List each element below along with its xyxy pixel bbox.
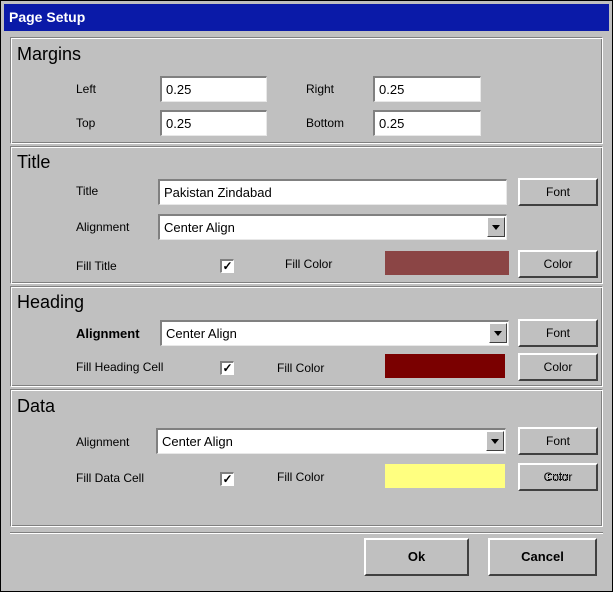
fill-title-checkbox[interactable]: ✓ [220, 259, 234, 273]
title-color-button[interactable]: Color [518, 250, 598, 278]
fill-heading-checkbox[interactable]: ✓ [220, 361, 234, 375]
heading-font-button[interactable]: Font [518, 319, 598, 347]
title-color-button-label: Color [543, 257, 573, 271]
title-heading: Title [17, 152, 51, 172]
right-label: Right [306, 82, 335, 96]
bottom-label: Bottom [306, 116, 345, 130]
top-label: Top [76, 116, 96, 130]
cancel-button[interactable]: Cancel [488, 538, 597, 576]
window-title: Page Setup [4, 4, 609, 31]
chevron-down-icon[interactable] [489, 323, 507, 343]
data-font-button-label: Font [545, 434, 570, 448]
title-section: Title Title Pakistan Zindabad Font Align… [10, 146, 603, 284]
title-label: Title [76, 184, 99, 198]
title-alignment-select[interactable]: Center Align [158, 214, 507, 240]
ok-button-label: Ok [407, 549, 426, 564]
fill-title-label: Fill Title [76, 259, 117, 273]
data-fill-color-label: Fill Color [277, 470, 325, 484]
ok-button[interactable]: Ok [364, 538, 469, 576]
right-margin-input[interactable]: 0.25 [373, 76, 481, 102]
heading-color-button[interactable]: Color [518, 353, 598, 381]
data-color-button[interactable]: Color [518, 463, 598, 491]
dialog-footer: Ok Cancel [10, 532, 603, 584]
heading-alignment-value: Center Align [166, 326, 237, 341]
data-alignment-select[interactable]: Center Align [156, 428, 506, 454]
heading-alignment-label: Alignment [76, 326, 140, 341]
heading-section: Heading Alignment Center Align Font Fill… [10, 286, 603, 387]
page-setup-dialog: Page Setup Margins Left 0.25 Right 0.25 … [0, 0, 613, 592]
chevron-down-icon[interactable] [487, 217, 505, 237]
left-label: Left [76, 82, 97, 96]
heading-fill-color-swatch [385, 354, 505, 378]
data-fill-color-swatch [385, 464, 505, 488]
title-font-button[interactable]: Font [518, 178, 598, 206]
fill-data-checkbox[interactable]: ✓ [220, 472, 234, 486]
top-margin-input[interactable]: 0.25 [160, 110, 267, 136]
title-input[interactable]: Pakistan Zindabad [158, 179, 507, 205]
margins-section: Margins Left 0.25 Right 0.25 Top 0.25 Bo… [10, 37, 603, 144]
margins-heading: Margins [17, 44, 82, 64]
data-alignment-label: Alignment [76, 435, 130, 449]
cancel-button-label: Cancel [521, 549, 564, 564]
bottom-margin-input[interactable]: 0.25 [373, 110, 481, 136]
data-heading: Data [17, 396, 56, 416]
title-alignment-label: Alignment [76, 220, 130, 234]
title-fill-color-label: Fill Color [285, 257, 333, 271]
title-alignment-value: Center Align [164, 220, 235, 235]
data-alignment-value: Center Align [162, 434, 233, 449]
title-fill-color-swatch [385, 251, 509, 275]
fill-heading-label: Fill Heading Cell [76, 360, 164, 374]
data-font-button[interactable]: Font [518, 427, 598, 455]
title-font-button-label: Font [545, 185, 570, 199]
heading-alignment-select[interactable]: Center Align [160, 320, 509, 346]
heading-heading: Heading [17, 292, 85, 312]
heading-fill-color-label: Fill Color [277, 361, 325, 375]
chevron-down-icon[interactable] [486, 431, 504, 451]
data-section: Data Alignment Center Align Font Fill Da… [10, 389, 603, 527]
left-margin-input[interactable]: 0.25 [160, 76, 267, 102]
heading-color-button-label: Color [543, 360, 573, 374]
heading-font-button-label: Font [545, 326, 570, 340]
fill-data-label: Fill Data Cell [76, 471, 145, 485]
data-color-button-label: Color [543, 470, 573, 484]
